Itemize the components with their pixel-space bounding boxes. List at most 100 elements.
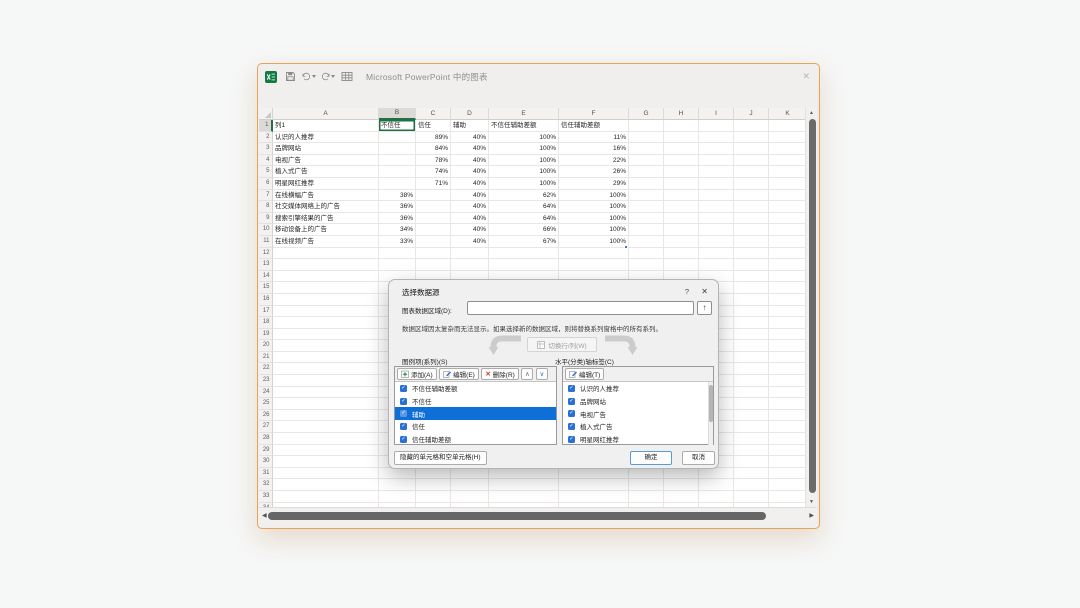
cell-K24[interactable] (769, 387, 807, 399)
horizontal-scrollbar[interactable]: ◀ ▶ (259, 507, 817, 523)
collapse-dialog-icon[interactable]: ↑ (697, 301, 712, 315)
cell-J27[interactable] (734, 421, 769, 433)
cell-K26[interactable] (769, 410, 807, 422)
checkbox[interactable]: ✓ (568, 385, 575, 392)
column-header-F[interactable]: F (559, 108, 629, 120)
cell-D12[interactable] (451, 248, 489, 260)
cell-G31[interactable] (629, 468, 664, 480)
cell-I5[interactable] (699, 166, 734, 178)
row-header-13[interactable]: 13 (259, 259, 273, 271)
cell-K15[interactable] (769, 282, 807, 294)
cell-F7[interactable]: 100% (559, 190, 629, 202)
redo-dropdown-caret[interactable] (331, 75, 335, 78)
cell-C5[interactable]: 74% (416, 166, 451, 178)
cell-J25[interactable] (734, 398, 769, 410)
save-icon[interactable] (283, 70, 297, 83)
row-header-2[interactable]: 2 (259, 132, 273, 144)
cell-B31[interactable] (379, 468, 416, 480)
row-header-16[interactable]: 16 (259, 294, 273, 306)
cell-K29[interactable] (769, 445, 807, 457)
cell-F6[interactable]: 29% (559, 178, 629, 190)
categories-list-scrollbar[interactable] (708, 382, 713, 445)
cell-A32[interactable] (273, 479, 379, 491)
cell-H7[interactable] (664, 190, 699, 202)
cell-K7[interactable] (769, 190, 807, 202)
cancel-button[interactable]: 取消 (682, 451, 715, 465)
cell-K32[interactable] (769, 479, 807, 491)
cell-F8[interactable]: 100% (559, 201, 629, 213)
move-up-icon[interactable]: ∧ (521, 368, 533, 380)
cell-E7[interactable]: 62% (489, 190, 559, 202)
series-item-3[interactable]: ✓信任 (395, 420, 556, 433)
row-header-23[interactable]: 23 (259, 375, 273, 387)
cell-K18[interactable] (769, 317, 807, 329)
cell-H3[interactable] (664, 143, 699, 155)
undo-dropdown-caret[interactable] (312, 75, 316, 78)
cell-A4[interactable]: 电视广告 (273, 155, 379, 167)
checkbox[interactable]: ✓ (568, 410, 575, 417)
row-header-33[interactable]: 33 (259, 491, 273, 503)
cell-B10[interactable]: 34% (379, 224, 416, 236)
cell-E13[interactable] (489, 259, 559, 271)
cell-J8[interactable] (734, 201, 769, 213)
cell-G5[interactable] (629, 166, 664, 178)
cell-A17[interactable] (273, 306, 379, 318)
cell-K22[interactable] (769, 363, 807, 375)
cell-F11[interactable]: 100% (559, 236, 629, 248)
checkbox[interactable]: ✓ (400, 398, 407, 405)
cell-G12[interactable] (629, 248, 664, 260)
cell-H12[interactable] (664, 248, 699, 260)
cell-G13[interactable] (629, 259, 664, 271)
cell-A30[interactable] (273, 456, 379, 468)
cell-G3[interactable] (629, 143, 664, 155)
cell-B8[interactable]: 36% (379, 201, 416, 213)
cell-H33[interactable] (664, 491, 699, 503)
cell-G33[interactable] (629, 491, 664, 503)
row-header-29[interactable]: 29 (259, 445, 273, 457)
edit-categories-button[interactable]: 编辑(T) (565, 368, 604, 380)
cell-F12[interactable] (559, 248, 629, 260)
cell-F10[interactable]: 100% (559, 224, 629, 236)
cell-I2[interactable] (699, 132, 734, 144)
cell-I10[interactable] (699, 224, 734, 236)
cell-A23[interactable] (273, 375, 379, 387)
cell-H13[interactable] (664, 259, 699, 271)
cell-D31[interactable] (451, 468, 489, 480)
series-item-2[interactable]: ✓辅助 (395, 407, 556, 420)
checkbox[interactable]: ✓ (568, 423, 575, 430)
cell-A18[interactable] (273, 317, 379, 329)
cell-A6[interactable]: 明星网红推荐 (273, 178, 379, 190)
cell-A24[interactable] (273, 387, 379, 399)
chart-data-range-input[interactable] (467, 301, 694, 315)
series-item-0[interactable]: ✓不信任辅助差额 (395, 382, 556, 395)
row-header-27[interactable]: 27 (259, 421, 273, 433)
cell-A26[interactable] (273, 410, 379, 422)
row-header-30[interactable]: 30 (259, 456, 273, 468)
cell-A9[interactable]: 搜索引擎结果的广告 (273, 213, 379, 225)
cell-K16[interactable] (769, 294, 807, 306)
cell-K19[interactable] (769, 329, 807, 341)
row-header-21[interactable]: 21 (259, 352, 273, 364)
cell-F32[interactable] (559, 479, 629, 491)
cell-E8[interactable]: 64% (489, 201, 559, 213)
cell-G2[interactable] (629, 132, 664, 144)
range-fill-handle[interactable] (624, 245, 628, 249)
category-item-4[interactable]: ✓明星网红推荐 (563, 433, 713, 446)
scroll-up-icon[interactable]: ▲ (806, 108, 817, 118)
cell-I31[interactable] (699, 468, 734, 480)
cell-I7[interactable] (699, 190, 734, 202)
cell-H5[interactable] (664, 166, 699, 178)
cell-A20[interactable] (273, 340, 379, 352)
cell-A25[interactable] (273, 398, 379, 410)
cell-D5[interactable]: 40% (451, 166, 489, 178)
cell-H2[interactable] (664, 132, 699, 144)
cell-J23[interactable] (734, 375, 769, 387)
row-header-12[interactable]: 12 (259, 248, 273, 260)
category-item-3[interactable]: ✓植入式广告 (563, 420, 713, 433)
cell-B11[interactable]: 33% (379, 236, 416, 248)
cell-J18[interactable] (734, 317, 769, 329)
column-header-G[interactable]: G (629, 108, 664, 120)
cell-J14[interactable] (734, 271, 769, 283)
cell-F1[interactable]: 信任辅助差额 (559, 120, 629, 132)
column-header-K[interactable]: K (769, 108, 807, 120)
